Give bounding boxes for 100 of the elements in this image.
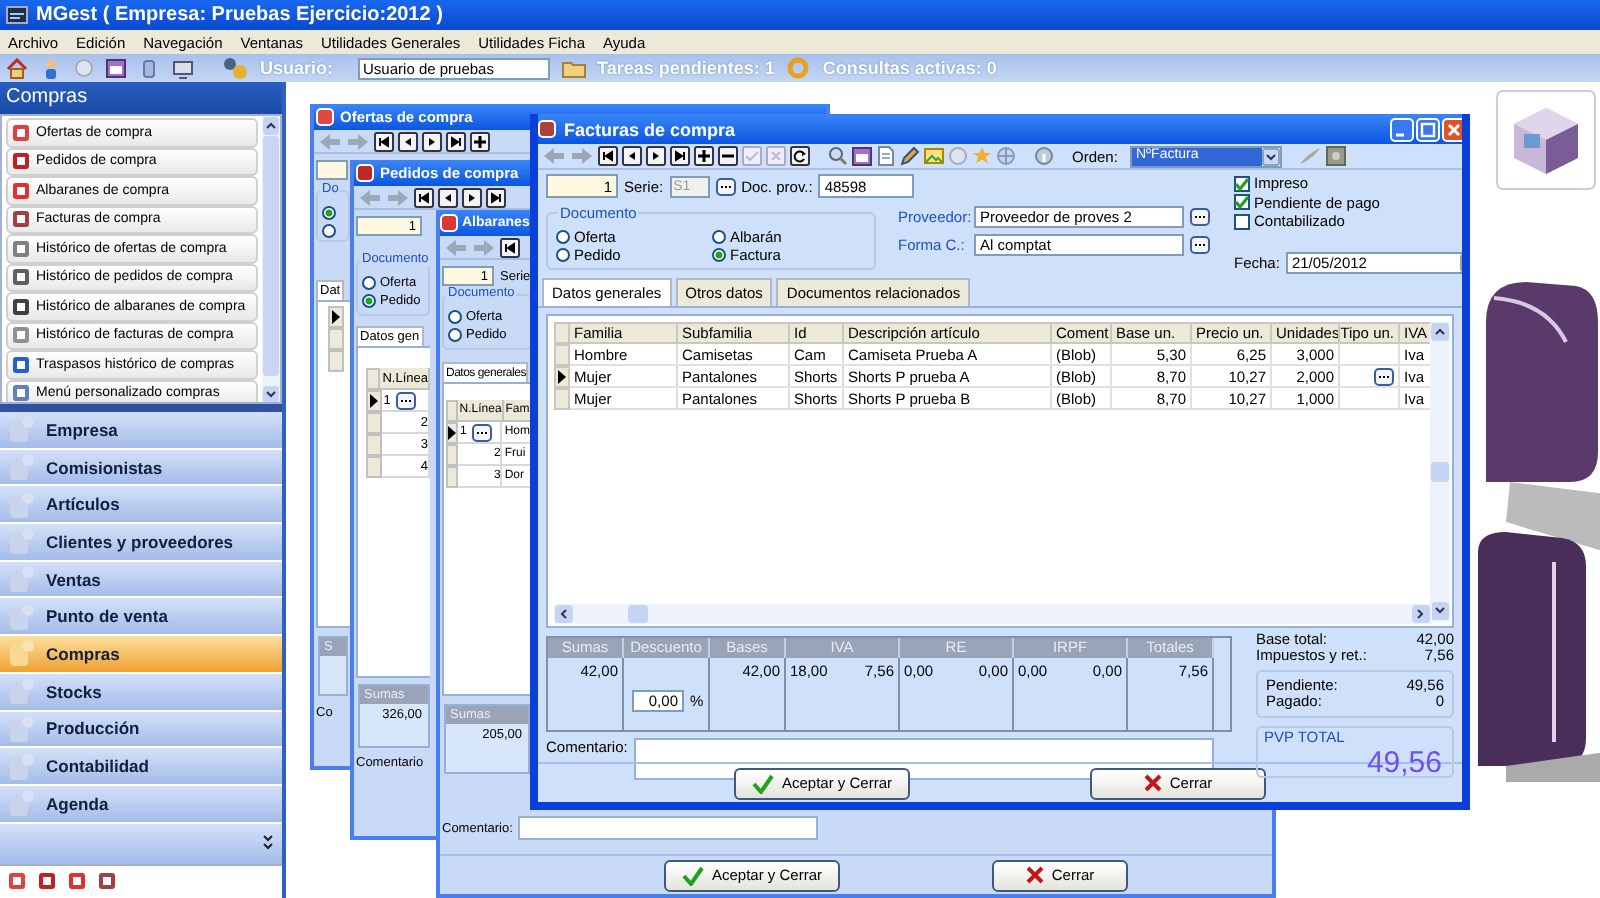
row-header[interactable] <box>366 390 382 412</box>
faded-pictogram-icon <box>6 601 38 632</box>
ellipsis-button[interactable] <box>1374 367 1394 385</box>
last-record-icon[interactable] <box>446 131 466 151</box>
monitor-icon[interactable] <box>172 57 194 79</box>
section-button[interactable]: Contabilidad <box>0 748 282 786</box>
radio-button[interactable] <box>322 224 336 238</box>
star-icon[interactable] <box>972 146 992 166</box>
horizontal-scrollbar[interactable] <box>554 604 1432 624</box>
ellipsis-button[interactable] <box>1190 208 1210 226</box>
section-button[interactable]: Agenda <box>0 785 282 824</box>
number-field[interactable] <box>316 160 348 180</box>
row-pointer-icon <box>332 310 340 324</box>
section-button[interactable]: Ventas <box>0 561 282 599</box>
row-header[interactable] <box>446 422 458 444</box>
cross-icon <box>1143 774 1162 792</box>
check-icon <box>681 865 704 885</box>
faded-pictogram-icon <box>6 751 38 782</box>
comment-field[interactable] <box>518 816 819 840</box>
faded-pictogram-icon <box>6 676 38 707</box>
sidebar-header: Compras <box>0 82 282 114</box>
section-button[interactable]: Stocks <box>0 673 282 711</box>
first-record-icon[interactable] <box>598 146 618 166</box>
previous-record-icon[interactable] <box>622 146 642 166</box>
add-icon[interactable] <box>470 131 490 151</box>
page-icon[interactable] <box>876 146 896 166</box>
next-record-icon[interactable] <box>462 187 482 207</box>
picture-icon[interactable] <box>924 146 944 166</box>
ellipsis-button[interactable] <box>715 177 736 195</box>
safe-icon[interactable] <box>1325 146 1346 166</box>
app-title: MGest ( Empresa: Pruebas Ejercicio:2012 ) <box>36 4 443 26</box>
window-title: Facturas de compra <box>564 119 736 139</box>
row-header[interactable] <box>554 366 570 388</box>
radio-button[interactable] <box>712 248 726 262</box>
section-button[interactable]: Producción <box>0 711 282 749</box>
faded-pictogram-icon <box>6 526 38 557</box>
window-app-icon <box>356 164 374 182</box>
minimize-button[interactable] <box>1390 117 1414 141</box>
checkbox[interactable] <box>1234 213 1250 230</box>
info-icon[interactable] <box>1034 146 1054 166</box>
checkbox[interactable] <box>1234 175 1250 192</box>
add-icon[interactable] <box>694 146 714 166</box>
radio-button[interactable] <box>362 294 376 308</box>
calendar-icon[interactable] <box>852 146 872 166</box>
radio-button[interactable] <box>362 276 376 290</box>
faded-pictogram-icon <box>6 713 38 744</box>
section-button[interactable]: Compras <box>0 636 282 674</box>
total-value: 49,56 <box>1364 746 1444 780</box>
remove-icon[interactable] <box>718 146 738 166</box>
checkbox[interactable] <box>1234 194 1250 211</box>
cube-icon[interactable] <box>1496 90 1596 190</box>
scrollbar[interactable] <box>262 116 280 402</box>
ellipsis-button[interactable] <box>1190 236 1210 254</box>
calendar-icon[interactable] <box>106 58 126 78</box>
user-label: Usuario: <box>260 58 334 78</box>
vertical-scrollbar[interactable] <box>1430 322 1450 622</box>
refresh-icon[interactable] <box>790 146 810 166</box>
first-record-icon[interactable] <box>374 131 394 151</box>
ellipsis-button[interactable] <box>472 423 493 441</box>
radio-button[interactable] <box>712 230 726 244</box>
close-button[interactable] <box>1442 117 1462 141</box>
row-pointer-icon <box>369 394 378 408</box>
previous-record-icon[interactable] <box>398 131 418 151</box>
last-record-icon[interactable] <box>670 146 690 166</box>
next-record-icon[interactable] <box>422 131 442 151</box>
last-record-icon[interactable] <box>486 187 506 207</box>
active-queries-label: Consultas activas: 0 <box>822 58 997 78</box>
section-button[interactable]: Comisionistas <box>0 449 282 487</box>
radio-button[interactable] <box>448 328 462 342</box>
faded-pictogram-icon <box>6 788 38 819</box>
first-record-icon[interactable] <box>414 187 434 207</box>
window-app-icon <box>538 120 556 138</box>
check-icon[interactable] <box>742 146 762 166</box>
house-icon[interactable] <box>6 57 28 79</box>
faded-pictogram-icon <box>6 452 38 483</box>
cross-icon <box>1025 866 1044 884</box>
faded-pictogram-icon <box>6 564 38 595</box>
section-button[interactable]: Clientes y proveedores <box>0 524 282 562</box>
radio-button[interactable] <box>556 230 570 244</box>
previous-record-icon[interactable] <box>438 187 458 207</box>
radio-button[interactable] <box>448 310 462 324</box>
maximize-button[interactable] <box>1416 117 1440 141</box>
section-button[interactable]: Empresa <box>0 412 282 450</box>
first-record-icon[interactable] <box>500 237 520 257</box>
row-header[interactable] <box>328 306 344 328</box>
ellipsis-button[interactable] <box>396 391 417 409</box>
comment-field[interactable] <box>633 738 1214 780</box>
section-button[interactable]: Artículos <box>0 486 282 525</box>
radio-button[interactable] <box>322 206 336 220</box>
section-button[interactable]: Punto de venta <box>0 598 282 637</box>
pending-tasks-label: Tareas pendientes: 1 <box>597 58 775 78</box>
double-chevron-icon <box>262 834 274 853</box>
faded-pictogram-icon <box>6 414 38 445</box>
radio-button[interactable] <box>556 248 570 262</box>
cylinder-icon[interactable] <box>138 57 160 79</box>
search-icon[interactable] <box>828 146 848 166</box>
row-pointer-icon <box>558 370 566 384</box>
next-record-icon[interactable] <box>646 146 666 166</box>
person-icon[interactable] <box>40 57 62 79</box>
app-icon <box>6 6 28 24</box>
